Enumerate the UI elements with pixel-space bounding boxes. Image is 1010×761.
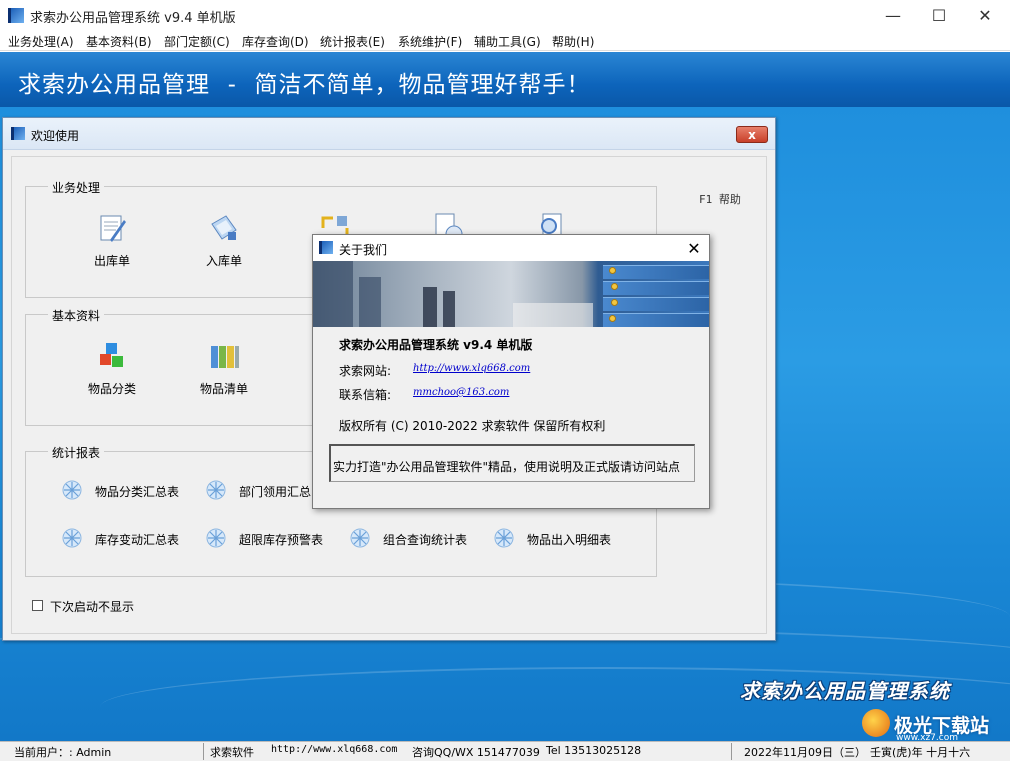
snowflake-icon: [205, 479, 227, 501]
about-website-link[interactable]: http://www.xlq668.com: [413, 363, 530, 374]
report-item-in-out-detail-label: 物品出入明细表: [527, 533, 612, 547]
banner-dot-icon: [609, 315, 616, 322]
watermark-logo-icon: [862, 709, 890, 737]
snowflake-icon: [493, 527, 515, 549]
f1-help-hint: F1 帮助: [699, 193, 741, 206]
inbound-order-icon: [208, 212, 240, 244]
about-email-link[interactable]: mmchoo@163.com: [413, 387, 509, 398]
close-window-button[interactable]: ✕: [962, 0, 1008, 30]
report-combined-query-label: 组合查询统计表: [383, 533, 468, 547]
tile-outbound-order-label: 出库单: [93, 254, 130, 268]
menu-tools[interactable]: 辅助工具(G): [474, 33, 541, 50]
status-current-user: 当前用户：: Admin: [14, 746, 112, 759]
tile-item-category[interactable]: 物品分类: [67, 340, 157, 397]
status-qq: 咨询QQ/WX 151477039: [412, 746, 540, 759]
about-website-row: 求索网站: http://www.xlq668.com: [339, 362, 530, 379]
about-banner-image: [313, 261, 709, 327]
banner-stripe: [603, 281, 709, 295]
menu-help[interactable]: 帮助(H): [552, 33, 594, 50]
about-product-name: 求索办公用品管理系统 v9.4 单机版: [339, 338, 533, 352]
group-business-label: 业务处理: [48, 179, 105, 196]
status-company: 求索软件: [210, 746, 254, 759]
menu-dept-quota[interactable]: 部门定额(C): [164, 33, 230, 50]
app-book-icon: [8, 8, 24, 23]
tile-item-category-label: 物品分类: [87, 382, 136, 396]
binders-icon: [208, 340, 240, 372]
menu-system[interactable]: 系统维护(F): [398, 33, 462, 50]
group-reports-label: 统计报表: [48, 444, 105, 461]
colored-cubes-icon: [96, 340, 128, 372]
snowflake-icon: [61, 479, 83, 501]
about-note-box: 实力打造"办公用品管理软件"精品，使用说明及正式版请访问站点: [329, 444, 695, 482]
status-lunar-date: 壬寅(虎)年 十月十六: [870, 746, 971, 759]
banner-dot-icon: [609, 267, 616, 274]
site-watermark: 极光下载站 www.xz7.com: [862, 709, 1002, 741]
about-dialog: 关于我们 ✕ 求索办公用品管理系统 v9.4 单机版 求索网站: http://…: [312, 234, 710, 509]
maximize-button[interactable]: ☐: [916, 0, 962, 30]
outbound-order-icon: [96, 212, 128, 244]
about-title: 关于我们: [339, 243, 388, 257]
tile-item-list[interactable]: 物品清单: [179, 340, 269, 397]
banner-building: [313, 261, 353, 327]
tile-inbound-order[interactable]: 入库单: [179, 212, 269, 269]
tile-outbound-order[interactable]: 出库单: [67, 212, 157, 269]
menu-inventory-query[interactable]: 库存查询(D): [242, 33, 309, 50]
window-titlebar: 求索办公用品管理系统 v9.4 单机版 — ☐ ✕: [0, 0, 1010, 30]
banner-dot-icon: [611, 299, 618, 306]
status-separator: [731, 743, 732, 760]
status-separator: [203, 743, 204, 760]
welcome-titlebar[interactable]: 欢迎使用 x: [3, 118, 775, 150]
snowflake-icon: [349, 527, 371, 549]
about-email-row: 联系信箱: mmchoo@163.com: [339, 386, 509, 403]
about-close-button[interactable]: ✕: [683, 237, 705, 259]
report-overstock-warning-label: 超限库存预警表: [239, 533, 324, 547]
window-title: 求索办公用品管理系统 v9.4 单机版: [30, 11, 236, 26]
banner-stripe: [603, 313, 709, 327]
watermark-url: www.xz7.com: [896, 733, 958, 741]
about-note-text: 实力打造"办公用品管理软件"精品，使用说明及正式版请访问站点: [333, 460, 681, 474]
report-dept-usage-summary-label: 部门领用汇总: [239, 485, 312, 499]
dont-show-checkbox[interactable]: [32, 600, 43, 611]
about-copyright: 版权所有 (C) 2010-2022 求索软件 保留所有权利: [339, 419, 606, 433]
banner-slogan: 求索办公用品管理 - 简洁不简单，物品管理好帮手！: [18, 72, 591, 98]
menu-bar: 业务处理(A) 基本资料(B) 部门定额(C) 库存查询(D) 统计报表(E) …: [0, 30, 1010, 51]
about-email-label: 联系信箱:: [339, 388, 392, 402]
status-tel: Tel 13513025128: [546, 744, 642, 757]
desktop-logo-text: 求索办公用品管理系统: [740, 679, 950, 703]
dont-show-label[interactable]: 下次启动不显示: [50, 598, 134, 615]
welcome-book-icon: [11, 127, 25, 140]
welcome-title: 欢迎使用: [31, 129, 80, 143]
snowflake-icon: [61, 527, 83, 549]
slogan-banner: 求索办公用品管理 - 简洁不简单，物品管理好帮手！: [0, 52, 1010, 107]
about-website-label: 求索网站:: [339, 364, 392, 378]
about-titlebar[interactable]: 关于我们 ✕: [313, 235, 709, 261]
report-stock-change-summary-label: 库存变动汇总表: [95, 533, 180, 547]
status-date: 2022年11月09日（三）: [744, 746, 866, 759]
status-bar: 当前用户：: Admin 求索软件 http://www.xlq668.com …: [0, 741, 1010, 761]
tile-item-list-label: 物品清单: [199, 382, 248, 396]
banner-figure: [423, 287, 437, 327]
menu-reports[interactable]: 统计报表(E): [320, 33, 385, 50]
welcome-close-button[interactable]: x: [736, 126, 768, 143]
about-book-icon: [319, 241, 333, 254]
banner-building: [359, 277, 381, 327]
tile-inbound-order-label: 入库单: [205, 254, 242, 268]
banner-keyboard: [513, 303, 593, 327]
banner-figure: [443, 291, 455, 327]
group-basic-data-label: 基本资料: [48, 307, 105, 324]
menu-business[interactable]: 业务处理(A): [8, 33, 74, 50]
menu-basic-data[interactable]: 基本资料(B): [86, 33, 152, 50]
minimize-button[interactable]: —: [870, 0, 916, 30]
banner-stripe: [603, 297, 709, 311]
report-category-summary-label: 物品分类汇总表: [95, 485, 180, 499]
status-url: http://www.xlq668.com: [271, 744, 398, 755]
banner-dot-icon: [611, 283, 618, 290]
snowflake-icon: [205, 527, 227, 549]
banner-stripe: [603, 265, 709, 279]
